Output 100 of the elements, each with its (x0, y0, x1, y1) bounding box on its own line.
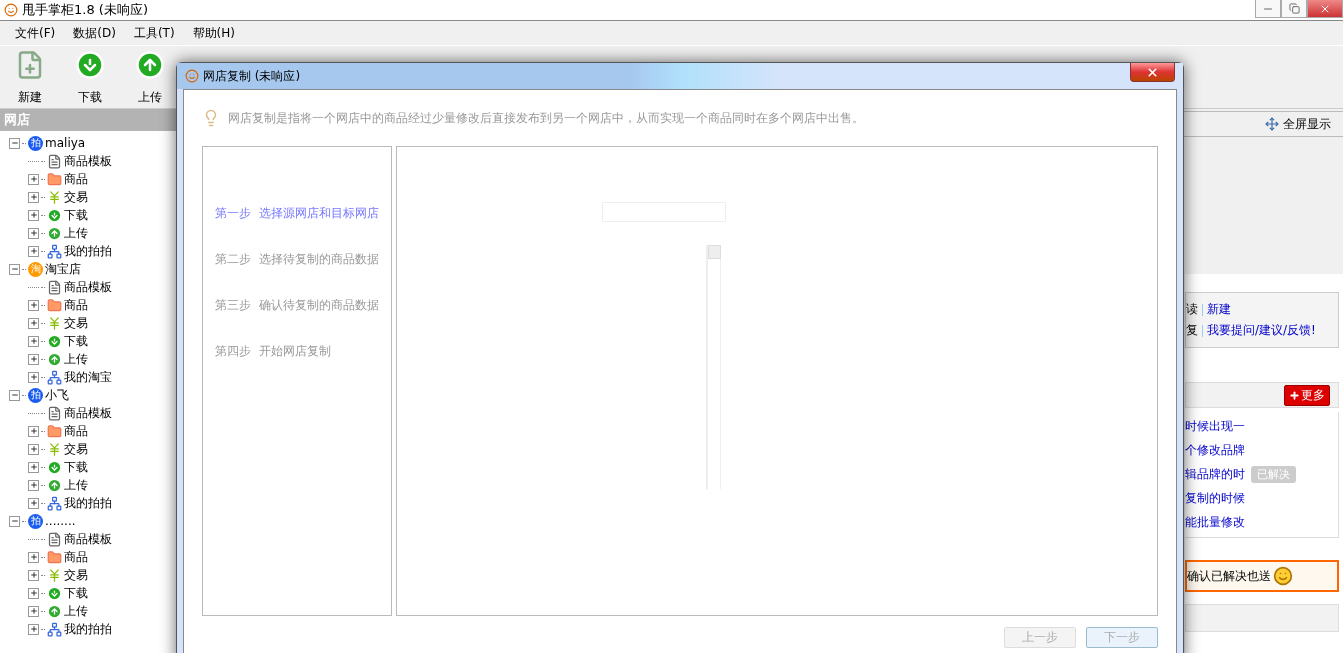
document-icon (47, 279, 62, 295)
menu-item[interactable]: 帮助(H) (183, 24, 244, 42)
menu-item[interactable]: 数据(D) (64, 24, 125, 42)
tree-item[interactable]: 小飞 (45, 386, 69, 404)
window-title: 甩手掌柜1.8 (未响应) (22, 1, 148, 19)
restore-button[interactable] (1281, 0, 1307, 18)
download-icon (47, 333, 62, 349)
collapse-icon[interactable] (9, 137, 20, 149)
tree-item[interactable]: 下载 (64, 458, 88, 476)
download-icon (75, 50, 105, 80)
close-button[interactable] (1130, 63, 1175, 82)
scrollbar[interactable] (706, 245, 721, 489)
shop-badge-icon: 拍 (28, 135, 43, 151)
tree-item[interactable]: 商品模板 (64, 152, 112, 170)
upload-icon (135, 50, 165, 80)
download-icon (47, 585, 62, 601)
tree-item[interactable]: 淘宝店 (45, 260, 81, 278)
tree-item[interactable]: 商品 (64, 548, 88, 566)
expand-icon[interactable] (28, 317, 39, 329)
question-link[interactable]: 辑品牌的时 (1185, 466, 1245, 483)
yen-icon (47, 441, 62, 457)
tree-item[interactable]: 商品 (64, 170, 88, 188)
tree-item[interactable]: 交易 (64, 314, 88, 332)
expand-icon[interactable] (28, 443, 39, 455)
tree-item[interactable]: 上传 (64, 224, 88, 242)
tree-item[interactable]: 商品模板 (64, 278, 112, 296)
tree-item[interactable]: 上传 (64, 476, 88, 494)
expand-icon[interactable] (28, 461, 39, 473)
shop-badge-icon: 拍 (28, 387, 43, 403)
menu-item[interactable]: 文件(F) (6, 24, 65, 42)
expand-icon[interactable] (28, 191, 39, 203)
question-link[interactable]: 能批量修改 (1185, 514, 1245, 531)
hint-text: 网店复制是指将一个网店中的商品经过少量修改后直接发布到另一个网店中，从而实现一个商品同时在多个网店中出售。 (228, 109, 864, 127)
menu-item[interactable]: 工具(T) (124, 24, 184, 42)
tree-item[interactable]: 商品 (64, 296, 88, 314)
link[interactable]: 新建 (1207, 301, 1231, 318)
tree-item[interactable]: 上传 (64, 350, 88, 368)
upload-icon (47, 477, 62, 493)
expand-icon[interactable] (28, 605, 39, 617)
expand-icon[interactable] (28, 245, 39, 257)
tree-item[interactable]: 下载 (64, 332, 88, 350)
download-icon (47, 459, 62, 475)
toolbar-button[interactable]: 下载 (60, 46, 120, 108)
folder-icon (47, 297, 62, 313)
step-item: 第一步 选择源网店和目标网店 (215, 205, 380, 222)
expand-icon[interactable] (28, 371, 39, 383)
expand-icon[interactable] (28, 335, 39, 347)
expand-icon[interactable] (28, 623, 39, 635)
tree-item[interactable]: 商品模板 (64, 530, 112, 548)
step-item: 第三步 确认待复制的商品数据 (215, 297, 380, 314)
folder-icon (47, 423, 62, 439)
collapse-icon[interactable] (9, 389, 20, 401)
upload-icon (47, 603, 62, 619)
tree-item[interactable]: 我的淘宝 (64, 368, 112, 386)
app-logo-icon (185, 69, 199, 83)
more-button[interactable]: 更多 (1284, 384, 1330, 406)
tree-item[interactable]: 交易 (64, 440, 88, 458)
collapse-icon[interactable] (9, 515, 20, 527)
question-link[interactable]: 时候出现一 (1185, 418, 1245, 435)
yen-icon (47, 567, 62, 583)
expand-icon[interactable] (28, 479, 39, 491)
tree-item[interactable]: 我的拍拍 (64, 494, 112, 512)
expand-icon[interactable] (28, 173, 39, 185)
expand-icon[interactable] (28, 551, 39, 563)
expand-icon[interactable] (28, 227, 39, 239)
toolbar-button[interactable]: 上传 (120, 46, 180, 108)
expand-icon[interactable] (28, 209, 39, 221)
dialog-title: 网店复制 (未响应) (203, 67, 301, 85)
expand-icon[interactable] (28, 497, 39, 509)
expand-icon[interactable] (28, 425, 39, 437)
link[interactable]: 我要提问/建议/反馈! (1207, 322, 1316, 339)
fullscreen-button[interactable]: 全屏显示 (1265, 115, 1331, 133)
expand-icon[interactable] (28, 299, 39, 311)
tree-item[interactable]: 我的拍拍 (64, 242, 112, 260)
tree-item[interactable]: ........ (45, 514, 76, 528)
question-link[interactable]: 个修改品牌 (1185, 442, 1245, 459)
tree-item[interactable]: maliya (45, 136, 86, 150)
tree-item[interactable]: 我的拍拍 (64, 620, 112, 638)
tree-item[interactable]: 下载 (64, 584, 88, 602)
upload-icon (47, 225, 62, 241)
expand-icon[interactable] (28, 353, 39, 365)
question-link[interactable]: 复制的时候 (1185, 490, 1245, 507)
tree-item[interactable]: 商品 (64, 422, 88, 440)
tree-item[interactable]: 交易 (64, 566, 88, 584)
expand-icon[interactable] (28, 569, 39, 581)
expand-icon[interactable] (28, 587, 39, 599)
tree-item[interactable]: 商品模板 (64, 404, 112, 422)
close-icon (1146, 65, 1159, 79)
link-label: 复 (1186, 322, 1198, 339)
toolbar-button[interactable]: 新建 (0, 46, 60, 108)
app-logo-icon (4, 3, 18, 17)
tree-item[interactable]: 交易 (64, 188, 88, 206)
tree-item[interactable]: 下载 (64, 206, 88, 224)
folder-icon (47, 171, 62, 187)
download-icon (47, 207, 62, 223)
yen-icon (47, 189, 62, 205)
collapse-icon[interactable] (9, 263, 20, 275)
restore-icon (1288, 3, 1300, 14)
plus-icon (1289, 389, 1300, 401)
tree-item[interactable]: 上传 (64, 602, 88, 620)
